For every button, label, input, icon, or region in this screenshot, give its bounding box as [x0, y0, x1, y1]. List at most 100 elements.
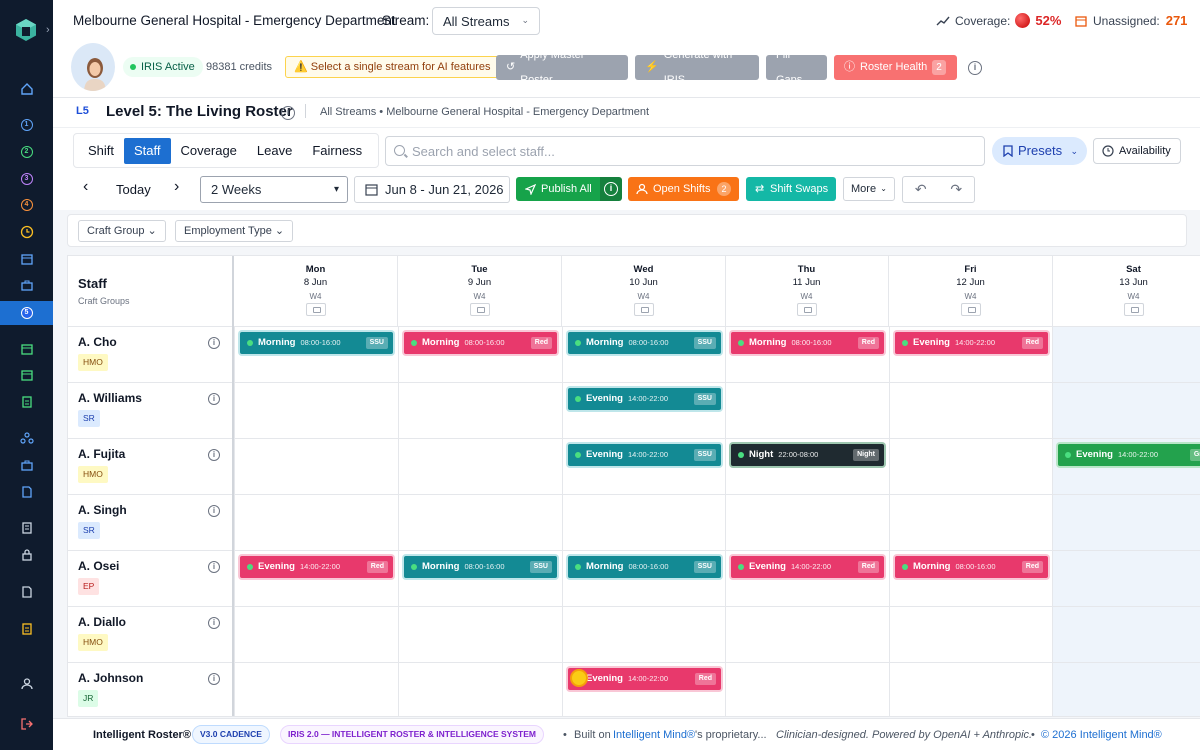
craft-group-filter[interactable]: Craft Group ⌄ — [78, 220, 166, 242]
comment-icon[interactable] — [305, 303, 326, 316]
today-button[interactable]: Today — [116, 182, 151, 197]
shift-block[interactable]: Morning 08:00-16:00 SSU — [568, 556, 721, 578]
clipboard-icon[interactable] — [0, 390, 53, 414]
staff-info-icon[interactable]: i — [208, 617, 220, 629]
comment-icon[interactable] — [960, 303, 981, 316]
staff-column-header: Staff — [78, 276, 107, 291]
shift-time: 08:00-16:00 — [300, 338, 341, 347]
availability-button[interactable]: Availability — [1093, 138, 1181, 164]
shift-block[interactable]: Evening 14:00-22:00 Gr — [1058, 444, 1200, 466]
sidebar-item-level-2[interactable]: 2 — [0, 140, 53, 164]
home-icon[interactable] — [0, 77, 53, 101]
publish-all-button[interactable]: Publish All — [516, 177, 600, 201]
lock-icon[interactable] — [0, 543, 53, 567]
shift-block[interactable]: Evening 14:00-22:00 Red — [731, 556, 884, 578]
clock-icon[interactable] — [0, 220, 53, 244]
day-name: Sat — [1126, 264, 1141, 275]
staff-name[interactable]: A. Johnson — [78, 671, 143, 685]
app-logo-icon[interactable] — [14, 18, 38, 42]
redo-icon[interactable]: ↷ — [939, 177, 975, 202]
staff-info-icon[interactable]: i — [208, 505, 220, 517]
comment-icon[interactable] — [1123, 303, 1144, 316]
shift-block[interactable]: Evening 14:00-22:00 SSU — [568, 444, 721, 466]
briefcase-icon[interactable] — [0, 273, 53, 297]
shift-swaps-button[interactable]: ⇄ Shift Swaps — [746, 177, 836, 201]
undo-icon[interactable]: ↶ — [903, 177, 939, 202]
calendar-check-icon[interactable] — [0, 337, 53, 361]
team-icon[interactable] — [0, 426, 53, 450]
staff-name[interactable]: A. Osei — [78, 559, 119, 573]
more-menu-button[interactable]: More ⌄ — [843, 177, 895, 201]
report-icon[interactable] — [0, 580, 53, 604]
staff-search-input[interactable]: Search and select staff... — [385, 136, 985, 166]
shift-block[interactable]: Morning 08:00-16:00 SSU — [240, 332, 393, 354]
footer-copyright[interactable]: © 2026 Intelligent Mind® — [1041, 729, 1162, 741]
shift-block[interactable]: Evening 14:00-22:00 SSU — [568, 388, 721, 410]
sidebar-item-level-3[interactable]: 3 — [0, 167, 53, 191]
employment-type-filter[interactable]: Employment Type ⌄ — [175, 220, 294, 242]
stream-select[interactable]: All Streams ⌄ — [432, 7, 540, 35]
staff-name[interactable]: A. Singh — [78, 503, 127, 517]
shift-block[interactable]: Night 22:00-08:00 Night — [731, 444, 884, 466]
shift-time: 08:00-16:00 — [628, 562, 669, 571]
prev-period-button[interactable]: ‹ — [83, 178, 88, 196]
tab-shift[interactable]: Shift — [78, 138, 124, 164]
staff-info-icon[interactable]: i — [208, 393, 220, 405]
tab-fairness[interactable]: Fairness — [302, 138, 372, 164]
comment-icon[interactable] — [469, 303, 490, 316]
publish-info-button[interactable]: i — [600, 177, 622, 201]
sidebar-item-level-4[interactable]: 4 — [0, 193, 53, 217]
shift-block[interactable]: Morning 08:00-16:00 SSU — [568, 332, 721, 354]
level-info-icon[interactable]: i — [281, 106, 295, 120]
shift-block[interactable]: Morning 08:00-16:00 SSU — [404, 556, 557, 578]
craft-group-badge: HMO — [78, 634, 108, 651]
logout-icon[interactable] — [0, 712, 53, 736]
footer-built-link[interactable]: Intelligent Mind® — [613, 729, 695, 741]
comment-icon[interactable] — [633, 303, 654, 316]
info-icon[interactable]: i — [968, 61, 982, 75]
tab-leave[interactable]: Leave — [247, 138, 302, 164]
next-period-button[interactable]: › — [174, 178, 179, 196]
shift-block[interactable]: Evening 14:00-22:00 Red — [240, 556, 393, 578]
document-icon[interactable] — [0, 480, 53, 504]
warning-icon: ⚠️ — [294, 61, 311, 73]
shift-block[interactable]: Morning 08:00-16:00 Red — [731, 332, 884, 354]
calendar-icon[interactable] — [0, 247, 53, 271]
date-range-picker[interactable]: Jun 8 - Jun 21, 2026 — [354, 176, 510, 203]
collapse-sidebar-icon[interactable]: › — [46, 24, 50, 36]
tab-coverage[interactable]: Coverage — [171, 138, 247, 164]
shift-block[interactable]: Evening 14:00-22:00 Red — [568, 668, 721, 690]
day-header-wed: Wed 10 Jun W4 — [562, 256, 726, 327]
avatar[interactable] — [69, 41, 117, 93]
staff-column-subheader: Craft Groups — [78, 296, 130, 306]
user-icon[interactable] — [0, 672, 53, 696]
calendar-days-icon[interactable] — [0, 363, 53, 387]
notes-icon[interactable] — [0, 617, 53, 641]
staff-name[interactable]: A. Diallo — [78, 615, 126, 629]
tab-staff[interactable]: Staff — [124, 137, 171, 164]
staff-info-icon[interactable]: i — [208, 673, 220, 685]
staff-info-icon[interactable]: i — [208, 449, 220, 461]
roster-health-button[interactable]: ⓘ Roster Health 2 — [834, 55, 957, 80]
fill-gaps-button[interactable]: Fill Gaps — [766, 49, 827, 86]
generate-with-iris-button[interactable]: ⚡ Generate with IRIS — [635, 49, 759, 86]
sidebar-item-level-1[interactable]: 1 — [0, 113, 53, 137]
staff-info-icon[interactable]: i — [208, 561, 220, 573]
apply-master-roster-button[interactable]: ↺ Apply Master Roster — [496, 49, 628, 86]
comment-icon[interactable] — [796, 303, 817, 316]
staff-info-icon[interactable]: i — [208, 337, 220, 349]
shift-block[interactable]: Evening 14:00-22:00 Red — [895, 332, 1048, 354]
sidebar-item-level-5[interactable]: 5 — [0, 301, 53, 325]
staff-name[interactable]: A. Cho — [78, 335, 117, 349]
footer-tagline: Clinician-designed. Powered by OpenAI + … — [776, 729, 1033, 741]
staff-name[interactable]: A. Williams — [78, 391, 142, 405]
period-select[interactable]: 2 Weeks ▾ — [200, 176, 348, 203]
staff-name[interactable]: A. Fujita — [78, 447, 125, 461]
presets-button[interactable]: Presets ⌄ — [992, 137, 1087, 165]
bag-icon[interactable] — [0, 453, 53, 477]
open-shifts-button[interactable]: Open Shifts 2 — [628, 177, 739, 201]
shift-block[interactable]: Morning 08:00-16:00 Red — [895, 556, 1048, 578]
shift-block[interactable]: Morning 08:00-16:00 Red — [404, 332, 557, 354]
building-icon[interactable] — [0, 516, 53, 540]
version-badge: V3.0 CADENCE — [192, 725, 270, 744]
